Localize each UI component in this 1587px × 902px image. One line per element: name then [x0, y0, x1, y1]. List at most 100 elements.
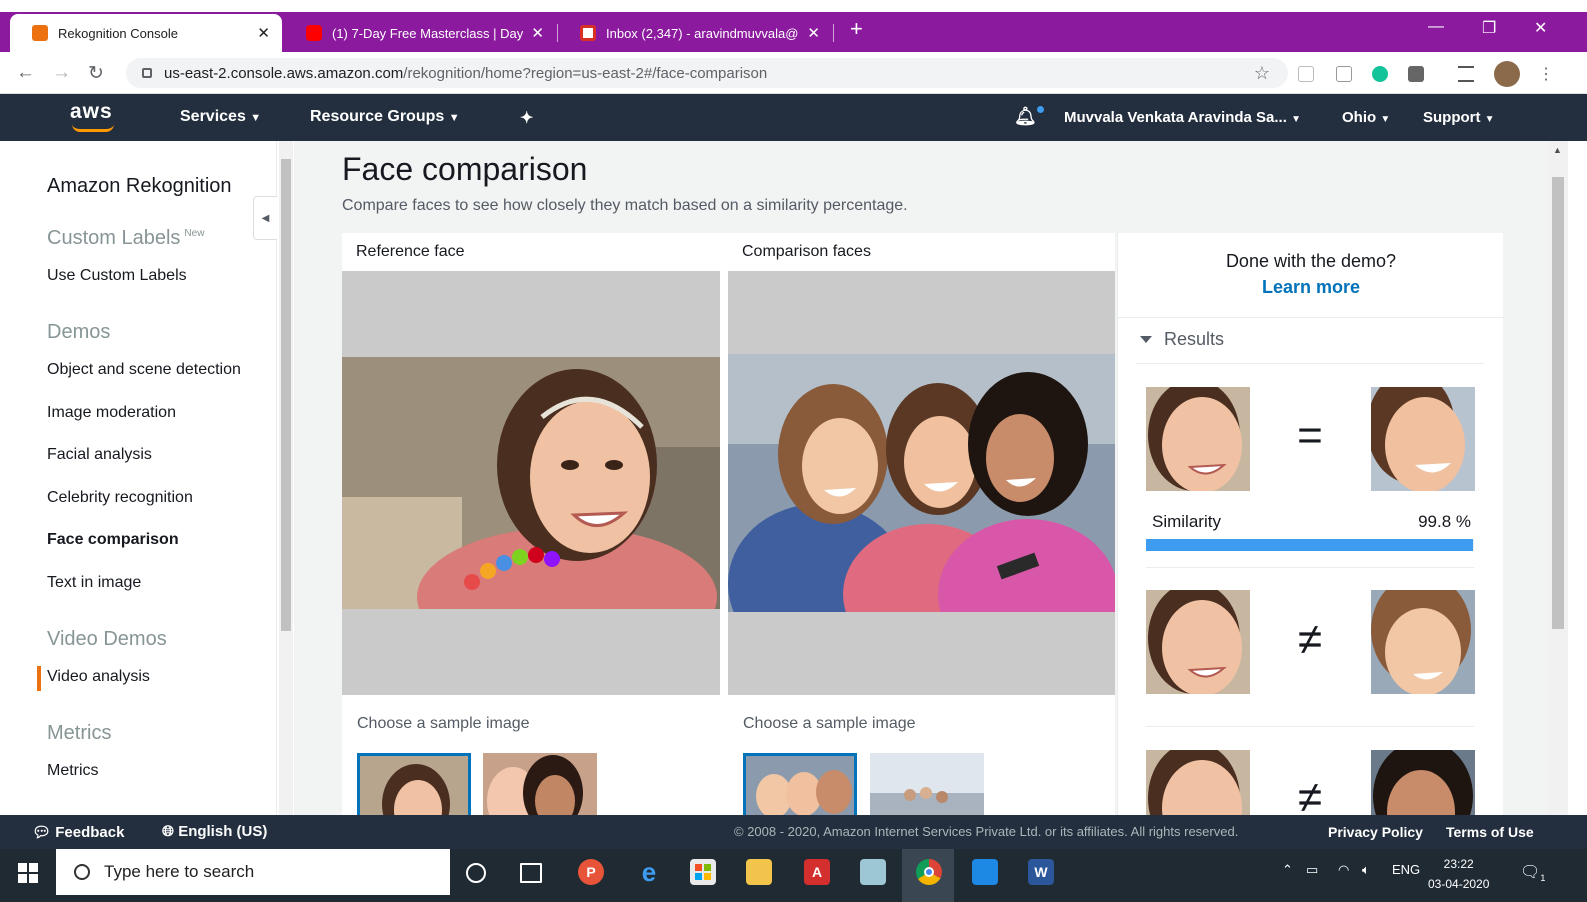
language-indicator[interactable]: ENG — [1392, 862, 1420, 877]
extension-icon[interactable] — [1298, 66, 1314, 82]
battery-icon[interactable]: ▭ — [1306, 862, 1318, 878]
app-icon[interactable] — [860, 859, 886, 885]
scrollbar-thumb[interactable] — [1552, 177, 1564, 629]
close-tab-icon[interactable]: ✕ — [257, 24, 270, 42]
aws-logo[interactable]: aws — [70, 100, 114, 132]
bookmark-star-icon[interactable]: ☆ — [1254, 63, 1270, 84]
sample-thumbnail-comparison-1[interactable] — [743, 753, 857, 815]
privacy-policy-link[interactable]: Privacy Policy — [1328, 824, 1423, 840]
resource-groups-menu[interactable]: Resource Groups ▼ — [310, 108, 460, 126]
sidebar-item-metrics[interactable]: Metrics — [47, 762, 99, 780]
divider — [1146, 726, 1474, 727]
extension-e-icon[interactable] — [1408, 66, 1424, 82]
acrobat-icon[interactable]: A — [804, 859, 830, 885]
services-menu[interactable]: Services ▼ — [180, 108, 261, 126]
result-unmatched-face-2 — [1371, 750, 1475, 815]
browser-menu-icon[interactable]: ⋮ — [1538, 64, 1554, 84]
close-window-icon[interactable]: ✕ — [1534, 18, 1547, 38]
notification-bell-icon[interactable]: 🔔︎ — [1014, 106, 1044, 127]
sample-thumbnail-reference-1[interactable] — [357, 753, 471, 815]
collapse-sidebar-button[interactable]: ◀ — [253, 196, 277, 240]
divider — [1146, 567, 1474, 568]
close-tab-icon[interactable]: ✕ — [807, 24, 820, 42]
windows-start-icon[interactable] — [18, 863, 38, 883]
sidebar-brand[interactable]: Amazon Rekognition — [47, 175, 232, 198]
minimize-window-icon[interactable]: — — [1428, 18, 1444, 36]
app-p-icon[interactable]: P — [578, 859, 604, 885]
sample-thumbnail-comparison-2[interactable] — [870, 753, 984, 815]
chrome-icon[interactable] — [916, 859, 942, 885]
back-arrow-icon[interactable]: ← — [16, 62, 35, 84]
sample-image-label-comparison: Choose a sample image — [743, 715, 916, 732]
sidebar-item-use-custom-labels[interactable]: Use Custom Labels — [47, 267, 187, 285]
taskbar-clock[interactable]: 23:22 03-04-2020 — [1428, 854, 1489, 894]
support-menu[interactable]: Support ▼ — [1423, 109, 1495, 126]
gmail-favicon-icon — [580, 25, 596, 41]
section-video-demos: Video Demos — [47, 628, 167, 650]
address-bar[interactable]: us-east-2.console.aws.amazon.com/rekogni… — [126, 58, 1288, 88]
file-explorer-icon[interactable] — [746, 859, 772, 885]
grammarly-icon[interactable] — [1372, 66, 1388, 82]
pin-icon[interactable]: ✦ — [520, 108, 533, 128]
taskbar-search-input[interactable]: Type here to search — [56, 849, 450, 895]
browser-tab-rekognition[interactable]: Rekognition Console ✕ — [10, 14, 282, 52]
word-icon[interactable]: W — [1028, 859, 1054, 885]
scrollbar-thumb[interactable] — [281, 159, 291, 631]
new-tab-button[interactable]: + — [850, 16, 863, 42]
demo-panel: Reference face Comparison faces Choose a… — [342, 233, 1115, 815]
tab-title: (1) 7-Day Free Masterclass | Day — [332, 25, 524, 41]
not-equal-icon: ≠ — [1297, 773, 1323, 815]
comparison-image-area[interactable] — [728, 271, 1115, 695]
result-reference-face-3 — [1146, 750, 1250, 815]
close-tab-icon[interactable]: ✕ — [531, 24, 544, 42]
region-menu[interactable]: Ohio ▼ — [1342, 109, 1390, 126]
photos-icon[interactable] — [972, 859, 998, 885]
notifications-icon[interactable]: 🗨︎1 — [1520, 862, 1545, 883]
sidebar-item-image-moderation[interactable]: Image moderation — [47, 404, 176, 422]
reference-image-area[interactable] — [342, 271, 720, 695]
wifi-icon[interactable]: ◠ — [1338, 862, 1349, 878]
reload-icon[interactable]: ↻ — [88, 62, 104, 85]
aws-favicon-icon — [32, 25, 48, 41]
sidebar-scrollbar[interactable] — [279, 141, 293, 815]
results-toggle[interactable]: Results — [1140, 329, 1224, 350]
scroll-up-arrow-icon[interactable]: ▲ — [1553, 145, 1562, 155]
speech-bubble-icon: 💬︎ — [32, 824, 52, 841]
browser-tabstrip: Rekognition Console ✕ (1) 7-Day Free Mas… — [0, 0, 1587, 52]
sidebar-item-celebrity-recognition[interactable]: Celebrity recognition — [47, 489, 193, 507]
account-menu[interactable]: Muvvala Venkata Aravinda Sa... ▼ — [1064, 109, 1301, 126]
search-icon — [74, 864, 90, 880]
main-scrollbar[interactable]: ▲ — [1548, 141, 1568, 815]
sample-image-label-reference: Choose a sample image — [357, 715, 530, 732]
tray-chevron-up-icon[interactable]: ⌃ — [1282, 862, 1293, 878]
browser-tab-inbox[interactable]: Inbox (2,347) - aravindmuvvala@ ✕ — [558, 14, 832, 52]
similarity-label: Similarity — [1152, 512, 1221, 531]
section-metrics: Metrics — [47, 722, 112, 744]
sample-thumbnail-reference-2[interactable] — [483, 753, 597, 815]
sidebar-item-facial-analysis[interactable]: Facial analysis — [47, 446, 152, 464]
restore-window-icon[interactable]: ❐ — [1482, 18, 1496, 38]
feedback-button[interactable]: 💬︎ Feedback — [32, 823, 124, 841]
similarity-value: 99.8 % — [1418, 512, 1471, 531]
volume-icon[interactable]: 🔈︎ — [1362, 862, 1370, 878]
edge-browser-icon[interactable]: e — [636, 857, 662, 887]
sidebar-item-face-comparison[interactable]: Face comparison — [47, 531, 179, 549]
profile-avatar[interactable] — [1494, 61, 1520, 87]
lock-icon — [142, 68, 152, 78]
learn-more-link[interactable]: Learn more — [1118, 277, 1504, 298]
cortana-icon[interactable] — [466, 863, 486, 883]
extension-icon[interactable] — [1336, 66, 1352, 82]
terms-of-use-link[interactable]: Terms of Use — [1446, 824, 1534, 840]
language-selector[interactable]: 🌐︎ English (US) — [162, 823, 267, 840]
store-icon[interactable] — [690, 859, 716, 885]
sidebar-item-object-scene-detection[interactable]: Object and scene detection — [47, 361, 241, 379]
task-view-icon[interactable] — [520, 863, 542, 883]
aws-footer: 💬︎ Feedback 🌐︎ English (US) © 2008 - 202… — [0, 815, 1587, 849]
browser-tab-masterclass[interactable]: (1) 7-Day Free Masterclass | Day ✕ — [284, 14, 556, 52]
forward-arrow-icon[interactable]: → — [52, 62, 71, 84]
media-control-icon[interactable] — [1458, 66, 1474, 82]
sidebar-item-video-analysis[interactable]: Video analysis — [47, 668, 150, 686]
sidebar-item-text-in-image[interactable]: Text in image — [47, 574, 141, 592]
windows-taskbar: Type here to search P e A W ⌃ ▭ ◠ 🔈︎ ENG… — [0, 849, 1587, 902]
result-reference-face-2 — [1146, 590, 1250, 694]
